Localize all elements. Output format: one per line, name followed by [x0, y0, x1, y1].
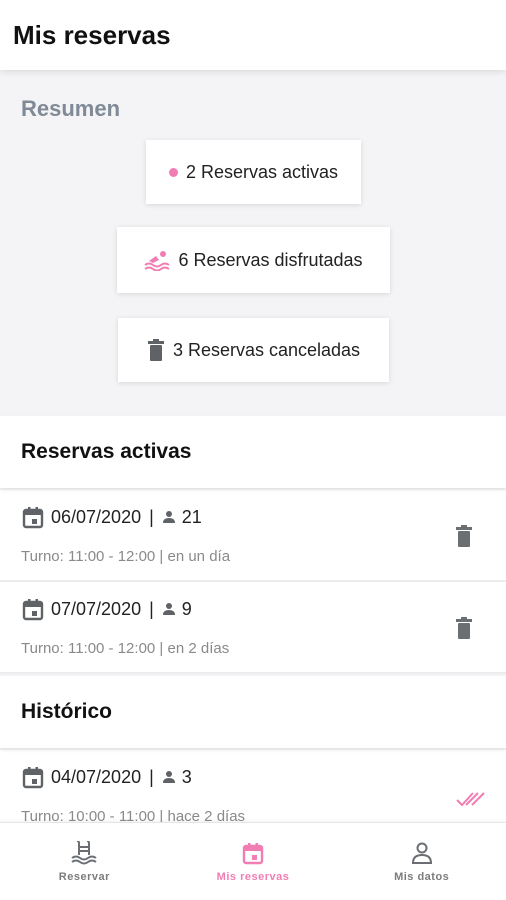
summary-title: Resumen — [21, 96, 121, 121]
trash-icon — [456, 525, 472, 547]
summary-section: Resumen 2 Reservas activas 6 Reservas di… — [0, 70, 506, 408]
cancelled-bookings-label: 3 Reservas canceladas — [172, 339, 361, 360]
booking-turn: Turno: 11:00 - 12:00 | en 2 días — [21, 640, 230, 657]
booking-summary: 04/07/2020 | 3 — [21, 765, 192, 789]
delete-booking-button[interactable] — [452, 615, 476, 641]
separator: | — [149, 766, 154, 787]
booking-people: 9 — [181, 598, 192, 619]
nav-mis-reservas-label: Mis reservas — [216, 870, 290, 883]
history-header: Histórico — [0, 676, 506, 748]
booking-summary: 06/07/2020 | 21 — [21, 505, 202, 529]
enjoyed-bookings-card[interactable]: 6 Reservas disfrutadas — [117, 227, 390, 293]
active-bookings-header: Reservas activas — [0, 416, 506, 488]
trash-icon — [456, 617, 472, 639]
nav-mis-datos[interactable]: Mis datos — [337, 823, 506, 900]
active-bookings-label: 2 Reservas activas — [185, 161, 339, 182]
calendar-icon — [241, 841, 265, 865]
active-bookings-title: Reservas activas — [21, 440, 192, 463]
delete-booking-button[interactable] — [452, 523, 476, 549]
separator: | — [149, 598, 154, 619]
status-dot-icon — [168, 167, 178, 177]
nav-mis-reservas[interactable]: Mis reservas — [169, 823, 338, 900]
booking-row[interactable]: 07/07/2020 | 9 Turno: 11:00 - 12:00 | en… — [0, 582, 506, 674]
booking-turn: Turno: 11:00 - 12:00 | en un día — [21, 548, 231, 565]
person-icon — [162, 770, 176, 784]
history-title: Histórico — [21, 700, 113, 723]
person-icon — [162, 602, 176, 616]
active-bookings-card[interactable]: 2 Reservas activas — [146, 140, 361, 204]
booking-row[interactable]: 06/07/2020 | 21 Turno: 11:00 - 12:00 | e… — [0, 490, 506, 582]
booking-date: 07/07/2020 — [51, 598, 142, 619]
booking-people: 3 — [181, 766, 192, 787]
calendar-icon — [21, 765, 45, 789]
trash-icon — [147, 339, 165, 361]
enjoyed-bookings-label: 6 Reservas disfrutadas — [178, 249, 363, 270]
bottom-navigation: Reservar Mis reservas Mis datos — [0, 822, 506, 900]
pool-icon — [70, 840, 98, 865]
completed-check-icon — [456, 786, 486, 812]
nav-reservar[interactable]: Reservar — [0, 823, 169, 900]
app-bar: Mis reservas — [0, 0, 506, 70]
cancelled-bookings-card[interactable]: 3 Reservas canceladas — [118, 318, 389, 382]
person-icon — [410, 841, 434, 865]
nav-reservar-label: Reservar — [58, 870, 110, 883]
nav-mis-datos-label: Mis datos — [394, 870, 450, 883]
swimmer-icon — [144, 249, 171, 271]
booking-date: 04/07/2020 — [51, 766, 142, 787]
person-icon — [162, 510, 176, 524]
booking-summary: 07/07/2020 | 9 — [21, 597, 192, 621]
booking-date: 06/07/2020 — [51, 506, 142, 527]
booking-people: 21 — [181, 506, 202, 527]
calendar-icon — [21, 597, 45, 621]
page-title: Mis reservas — [13, 19, 171, 50]
separator: | — [149, 506, 154, 527]
calendar-icon — [21, 505, 45, 529]
